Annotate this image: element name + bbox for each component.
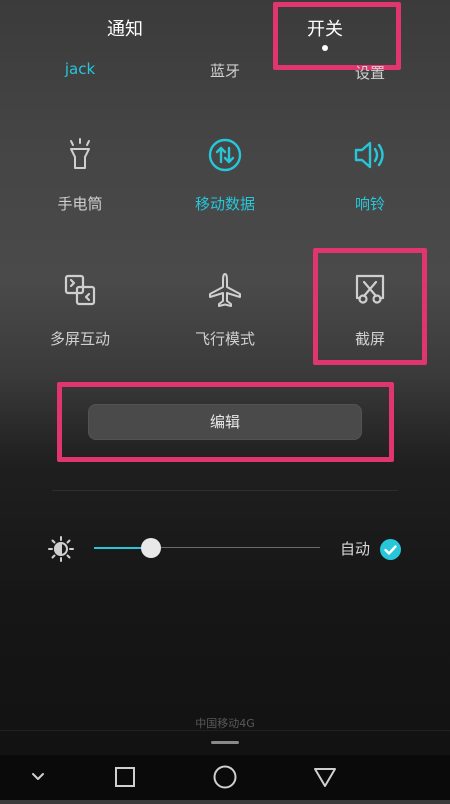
section-divider xyxy=(52,490,398,491)
triangle-back-icon xyxy=(314,768,336,787)
toggle-mobile-data-label: 移动数据 xyxy=(194,195,255,213)
toggle-flashlight[interactable]: 手电筒 xyxy=(5,135,155,245)
highlight-screenshot-toggle xyxy=(313,248,427,365)
nav-home-button[interactable] xyxy=(200,755,250,800)
carrier-label: 中国移动4G xyxy=(195,717,255,730)
navigation-bar xyxy=(0,755,450,800)
mobile-data-icon xyxy=(208,138,242,172)
toggle-mobile-data[interactable]: 移动数据 xyxy=(150,135,300,245)
toggle-multiscreen-label: 多屏互动 xyxy=(49,330,110,348)
chevron-down-icon xyxy=(32,773,44,780)
toggle-settings-label[interactable]: 设置 xyxy=(295,62,445,83)
toggle-bluetooth-label[interactable]: 蓝牙 xyxy=(150,60,300,81)
auto-brightness-label: 自动 xyxy=(340,540,371,558)
square-icon xyxy=(115,767,135,787)
toggle-airplane[interactable]: 飞行模式 xyxy=(150,270,300,380)
nav-collapse-button[interactable] xyxy=(13,755,63,800)
tab-notifications[interactable]: 通知 xyxy=(85,12,165,48)
brightness-slider-thumb[interactable] xyxy=(141,538,161,558)
toggle-ring-label: 响铃 xyxy=(354,195,385,213)
brightness-icon xyxy=(48,536,74,562)
toggle-airplane-label: 飞行模式 xyxy=(194,330,255,348)
highlight-edit-button xyxy=(57,382,394,462)
multiscreen-icon xyxy=(64,274,96,306)
auto-brightness-checkbox[interactable] xyxy=(380,539,401,560)
checkmark-icon xyxy=(384,545,397,555)
nav-back-button[interactable] xyxy=(300,755,350,800)
nav-recents-button[interactable] xyxy=(100,755,150,800)
toggle-multiscreen[interactable]: 多屏互动 xyxy=(5,270,155,380)
brightness-slider-track xyxy=(150,547,320,548)
speaker-icon xyxy=(354,141,384,169)
sheet-bottom-line xyxy=(0,730,450,731)
airplane-icon xyxy=(209,273,241,307)
toggle-wifi-label[interactable]: jack xyxy=(5,60,155,78)
toggle-flashlight-label: 手电筒 xyxy=(57,195,103,213)
toggle-ring[interactable]: 响铃 xyxy=(295,135,445,245)
flashlight-icon xyxy=(70,138,90,169)
drag-handle[interactable] xyxy=(211,741,239,744)
circle-icon xyxy=(213,765,237,789)
